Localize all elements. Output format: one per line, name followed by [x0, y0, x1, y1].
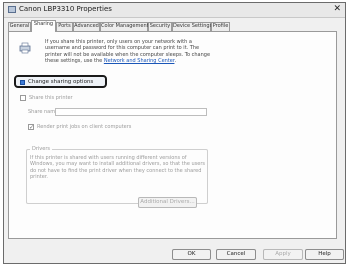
tab-ports[interactable]: Ports [56, 22, 73, 31]
tab-sharing[interactable]: Sharing [31, 20, 56, 32]
security-shield-icon [20, 80, 25, 85]
cancel-button[interactable]: Cancel [216, 249, 256, 260]
share-printer-label: Share this printer [29, 95, 73, 101]
share-name-input[interactable] [55, 108, 207, 116]
tab-strip: General Sharing Ports Advanced Color Man… [8, 20, 339, 32]
title-bar[interactable]: Canon LBP3310 Properties ✕ [4, 3, 345, 18]
tab-color-management[interactable]: Color Management [100, 22, 149, 31]
window-title: Canon LBP3310 Properties [19, 5, 112, 13]
tab-general[interactable]: General [8, 22, 31, 31]
sharing-info-end: . [174, 57, 177, 64]
sharing-panel: If you share this printer, only users on… [8, 31, 337, 239]
network-sharing-center-link[interactable]: Network and Sharing Center [104, 58, 175, 64]
additional-drivers-button[interactable]: Additional Drivers... [138, 197, 197, 208]
tab-device-settings[interactable]: Device Settings [172, 22, 212, 31]
printer-properties-window: Canon LBP3310 Properties ✕ General Shari… [3, 2, 346, 264]
render-on-client-label: Render print jobs on client computers [37, 124, 132, 130]
render-on-client-checkbox[interactable]: ✓ [28, 124, 34, 131]
sharing-info-text: If you share this printer, only users on… [45, 39, 329, 64]
tab-advanced[interactable]: Advanced [73, 22, 100, 31]
shared-printer-icon [19, 42, 31, 54]
tab-security[interactable]: Security [148, 22, 172, 31]
change-sharing-options-label: Change sharing options [28, 79, 94, 85]
drivers-group-title: Drivers [30, 146, 52, 152]
tab-profile[interactable]: Profile [211, 22, 230, 31]
change-sharing-options-button[interactable]: Change sharing options [14, 75, 107, 88]
share-printer-checkbox[interactable] [20, 95, 26, 101]
close-icon[interactable]: ✕ [333, 4, 341, 15]
help-button[interactable]: Help [305, 249, 344, 260]
drivers-description: If this printer is shared with users run… [30, 155, 206, 180]
printer-icon [8, 6, 16, 13]
ok-button[interactable]: OK [172, 249, 211, 260]
apply-button[interactable]: Apply [263, 249, 303, 260]
